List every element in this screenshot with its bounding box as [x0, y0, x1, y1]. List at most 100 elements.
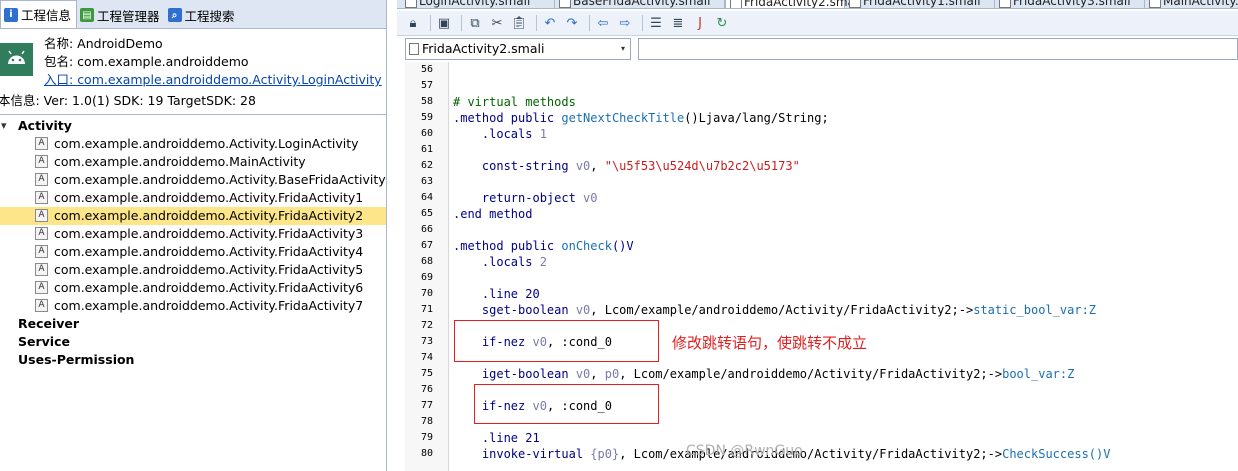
line-number: 58: [420, 96, 434, 107]
code-directive: .line: [453, 431, 526, 445]
code-punct: ,: [590, 159, 605, 173]
tab-project-search[interactable]: ⌕ 工程搜索: [165, 2, 240, 28]
code-register: v0: [583, 191, 598, 205]
copy-icon[interactable]: ⧉: [466, 14, 484, 32]
forward-icon[interactable]: ⇨: [616, 14, 634, 32]
code-register: {p0}: [590, 447, 620, 461]
tree-item[interactable]: Acom.example.androiddemo.Activity.LoginA…: [0, 135, 386, 153]
code-line-59: .method public getNextCheckTitle()Ljava/…: [453, 110, 829, 126]
tree-item-label: com.example.androiddemo.Activity.FridaAc…: [54, 208, 364, 223]
tree-category-uses-permission[interactable]: Uses-Permission: [0, 351, 386, 369]
tree-item[interactable]: Acom.example.androiddemo.Activity.FridaA…: [0, 297, 386, 315]
line-number: 72: [420, 320, 434, 331]
code-editor[interactable]: 56 57 58 59 60 61 62 63 64 65 66 67 68 69 70 71 72 73 74 75…: [397, 62, 1238, 471]
code-opcode: iget-boolean: [453, 367, 576, 381]
tab-project-search-label: 工程搜索: [184, 8, 235, 24]
android-app-icon: [0, 43, 33, 76]
tree-item[interactable]: Acom.example.androiddemo.Activity.BaseFr…: [0, 171, 386, 189]
cut-icon[interactable]: ✂: [488, 14, 506, 32]
code-method-name: getNextCheckTitle: [561, 111, 685, 125]
method-search-input[interactable]: [638, 38, 1238, 60]
tree-item[interactable]: Acom.example.androiddemo.Activity.FridaA…: [0, 243, 386, 261]
tree-item[interactable]: Acom.example.androiddemo.Activity.FridaA…: [0, 261, 386, 279]
app-package: 包名: com.example.androiddemo: [44, 54, 249, 69]
tree-item[interactable]: Acom.example.androiddemo.Activity.FridaA…: [0, 225, 386, 243]
tree-item[interactable]: Acom.example.androiddemo.Activity.FridaA…: [0, 279, 386, 297]
file-tab[interactable]: FridaActivity3.smali: [995, 0, 1145, 8]
redo-icon[interactable]: ↷: [563, 14, 581, 32]
code-line-67: .method public onCheck()V: [453, 238, 634, 254]
app-entry[interactable]: 入口: com.example.androiddemo.Activity.Log…: [44, 71, 382, 89]
tree-category-service[interactable]: Service: [0, 333, 386, 351]
code-field-type: :Z: [1081, 303, 1097, 317]
activity-file-icon: A: [35, 191, 48, 204]
line-number: 59: [420, 112, 434, 123]
refresh-icon[interactable]: ↻: [713, 14, 731, 32]
activity-file-icon: A: [35, 299, 48, 312]
search-icon: ⌕: [167, 8, 182, 22]
line-number: 79: [420, 432, 434, 443]
code-field-name: static_bool_var: [973, 303, 1082, 317]
code-number: 1: [539, 127, 547, 141]
line-number: 68: [420, 256, 434, 267]
code-opcode: invoke-virtual: [453, 447, 591, 461]
java-icon[interactable]: J: [691, 14, 709, 32]
tree-item[interactable]: Acom.example.androiddemo.MainActivity: [0, 153, 386, 171]
save-icon[interactable]: ▣: [435, 14, 453, 32]
file-tab[interactable]: BaseFridaActivity.smali: [555, 0, 725, 8]
tab-project-info[interactable]: i 工程信息: [0, 0, 78, 28]
app-name: 名称: AndroidDemo: [44, 36, 163, 51]
code-number: 21: [525, 431, 540, 445]
line-number: 76: [420, 384, 434, 395]
file-tab[interactable]: FridaActivity1.smali: [845, 0, 995, 8]
activity-file-icon: A: [35, 227, 48, 240]
editor-toolbar: 🔒︎ ▣ ⧉ ✂ 📋︎ ↶ ↷ ⇦ ⇨ ☰ ≣ J ↻: [397, 11, 1238, 36]
entry-link[interactable]: com.example.androiddemo.Activity.LoginAc…: [77, 72, 382, 87]
toolbar-separator: [536, 15, 537, 31]
line-number: 63: [420, 176, 434, 187]
entry-label: 入口:: [44, 72, 78, 87]
line-number: 61: [420, 144, 434, 155]
project-manager-icon: ▤: [80, 8, 95, 22]
code-opcode: return-object: [453, 191, 584, 205]
file-tab-active[interactable]: FridaActivity2.smali: [725, 0, 862, 8]
expand-arrow-icon[interactable]: ▾: [1, 117, 7, 135]
tree-item[interactable]: Acom.example.androiddemo.Activity.FridaA…: [0, 189, 386, 207]
highlight-box-line-73: [454, 320, 659, 362]
back-icon[interactable]: ⇦: [594, 14, 612, 32]
paste-icon[interactable]: 📋︎: [510, 14, 528, 32]
code-line-68: .locals 2: [453, 254, 547, 270]
line-number: 77: [420, 400, 434, 411]
editor-panel: LoginActivity.smali BaseFridaActivity.sma…: [397, 0, 1238, 471]
smali-file-icon: [409, 43, 419, 55]
tree-item-label: com.example.androiddemo.Activity.FridaAc…: [54, 190, 364, 205]
toolbar-separator: [589, 15, 590, 31]
line-number: 70: [420, 288, 434, 299]
code-register: p0: [604, 367, 620, 381]
code-string: "\u5f53\u524d\u7b2c2\u5173": [604, 159, 800, 173]
file-tab[interactable]: MainActivity.smali: [1145, 0, 1238, 8]
activity-file-icon: A: [35, 173, 48, 186]
tree-item-label: com.example.androiddemo.Activity.LoginAc…: [54, 136, 359, 151]
list-icon[interactable]: ≣: [669, 14, 687, 32]
chevron-down-icon: ▾: [620, 44, 625, 53]
format-icon[interactable]: ☰: [647, 14, 665, 32]
tab-project-manager-label: 工程管理器: [97, 8, 160, 24]
file-tabs: LoginActivity.smali BaseFridaActivity.sma…: [397, 0, 1238, 9]
tree-item-label: com.example.androiddemo.Activity.FridaAc…: [54, 298, 364, 313]
code-keyword: .method public: [453, 239, 562, 253]
tree-category-receiver[interactable]: Receiver: [0, 315, 386, 333]
tree-item-label: com.example.androiddemo.Activity.FridaAc…: [54, 244, 364, 259]
file-tab[interactable]: LoginActivity.smali: [401, 0, 555, 8]
tree-category-activity[interactable]: ▾ Activity: [0, 117, 386, 135]
code-comment: # virtual methods: [453, 95, 576, 109]
line-number: 69: [420, 272, 434, 283]
tree-category-label: Activity: [18, 118, 72, 133]
lock-icon[interactable]: 🔒︎: [404, 14, 422, 32]
activity-file-icon: A: [35, 245, 48, 258]
tree-item-label: com.example.androiddemo.Activity.FridaAc…: [54, 280, 364, 295]
file-select[interactable]: FridaActivity2.smali ▾: [405, 38, 631, 60]
tree-item-selected[interactable]: Acom.example.androiddemo.Activity.FridaA…: [0, 207, 386, 225]
tab-project-manager[interactable]: ▤ 工程管理器: [77, 2, 165, 28]
undo-icon[interactable]: ↶: [541, 14, 559, 32]
